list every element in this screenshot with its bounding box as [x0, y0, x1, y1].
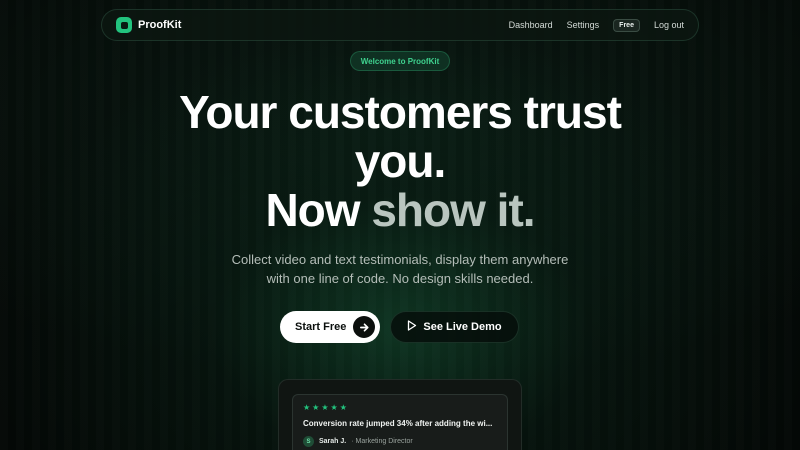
see-live-demo-label: See Live Demo	[423, 321, 502, 333]
star-icon: ★	[312, 403, 320, 412]
hero-subtitle: Collect video and text testimonials, dis…	[0, 250, 800, 288]
start-free-button[interactable]: Start Free	[280, 311, 380, 343]
landing-page: ProofKit Dashboard Settings Free Log out…	[0, 0, 800, 450]
plan-badge: Free	[613, 18, 640, 32]
see-live-demo-button[interactable]: See Live Demo	[390, 311, 519, 343]
subtitle-line-2: with one line of code. No design skills …	[266, 271, 534, 286]
brand-name: ProofKit	[138, 19, 182, 31]
hero-headline: Your customers trust you. Now show it.	[0, 88, 800, 235]
headline-now: Now	[265, 184, 360, 236]
arrow-right-icon	[353, 316, 375, 338]
star-rating: ★ ★ ★ ★ ★	[303, 404, 497, 412]
nav-link-settings[interactable]: Settings	[567, 20, 600, 30]
testimonial-card: ★ ★ ★ ★ ★ Conversion rate jumped 34% aft…	[292, 394, 508, 450]
headline-accent: show it.	[371, 184, 535, 236]
nav-link-dashboard[interactable]: Dashboard	[509, 20, 553, 30]
headline-line-3: Now show it.	[0, 186, 800, 235]
top-navbar: ProofKit Dashboard Settings Free Log out	[101, 9, 699, 41]
author-name: Sarah J.	[319, 438, 347, 445]
star-icon: ★	[303, 403, 311, 412]
subtitle-line-1: Collect video and text testimonials, dis…	[231, 252, 569, 267]
headline-line-1: Your customers trust	[179, 86, 622, 138]
author-role: · Marketing Director	[351, 438, 413, 445]
testimonial-author: S Sarah J. · Marketing Director	[303, 436, 497, 447]
nav-links: Dashboard Settings Free Log out	[509, 18, 684, 32]
headline-line-2: you.	[354, 135, 447, 187]
welcome-pill: Welcome to ProofKit	[350, 51, 450, 71]
star-icon: ★	[321, 403, 329, 412]
brand[interactable]: ProofKit	[116, 17, 181, 33]
logout-link[interactable]: Log out	[654, 20, 684, 30]
star-icon: ★	[330, 403, 338, 412]
testimonial-quote: Conversion rate jumped 34% after adding …	[303, 419, 493, 428]
play-icon	[407, 318, 417, 336]
logo-icon	[116, 17, 132, 33]
star-icon: ★	[339, 403, 347, 412]
start-free-label: Start Free	[295, 321, 347, 333]
avatar: S	[303, 436, 314, 447]
